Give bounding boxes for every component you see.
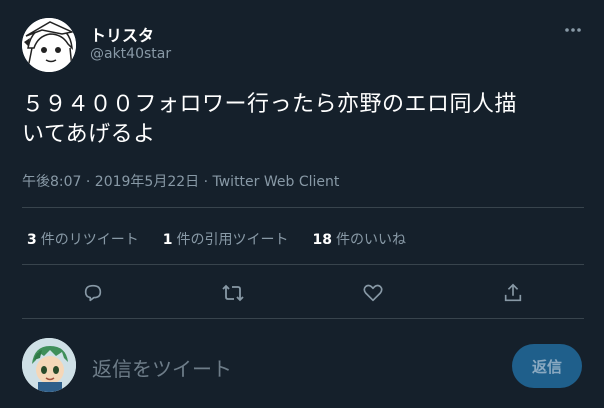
retweet-icon[interactable] bbox=[220, 280, 246, 306]
reply-input[interactable]: 返信をツイート bbox=[92, 353, 232, 382]
likes-label: 件のいいね bbox=[335, 232, 406, 248]
author-avatar[interactable] bbox=[22, 18, 76, 72]
current-user-avatar[interactable] bbox=[22, 338, 76, 392]
share-icon[interactable] bbox=[500, 280, 526, 306]
author-handle[interactable]: @akt40star bbox=[90, 46, 171, 62]
engagement-stats: 3 件のリツイート 1 件の引用ツイート 18 件のいいね bbox=[27, 229, 430, 249]
likes-stat[interactable]: 18 件のいいね bbox=[313, 229, 406, 249]
tweet-text: ５９４００フォロワー行ったら亦野のエロ同人描 いてあげるよ bbox=[22, 90, 590, 150]
quotes-count: 1 bbox=[162, 232, 173, 248]
divider bbox=[22, 264, 584, 265]
tweet-detail: トリスタ @akt40star ５９４００フォロワー行ったら亦野のエロ同人描 い… bbox=[0, 0, 604, 408]
author-display-name[interactable]: トリスタ bbox=[90, 22, 154, 46]
divider bbox=[22, 207, 584, 208]
more-horizontal-icon[interactable] bbox=[562, 22, 584, 38]
quotes-label: 件の引用ツイート bbox=[176, 232, 289, 248]
reply-button[interactable]: 返信 bbox=[512, 344, 582, 388]
reply-icon[interactable] bbox=[80, 280, 106, 306]
action-bar bbox=[0, 280, 604, 306]
quotes-stat[interactable]: 1 件の引用ツイート bbox=[163, 229, 289, 249]
heart-icon[interactable] bbox=[360, 280, 386, 306]
tweet-text-line: ５９４００フォロワー行ったら亦野のエロ同人描 bbox=[22, 92, 518, 117]
divider bbox=[22, 318, 584, 319]
retweets-label: 件のリツイート bbox=[40, 232, 139, 248]
tweet-timestamp[interactable]: 午後8:07 · 2019年5月22日 · Twitter Web Client bbox=[22, 171, 339, 191]
retweets-stat[interactable]: 3 件のリツイート bbox=[27, 229, 139, 249]
likes-count: 18 bbox=[312, 232, 332, 248]
tweet-text-line: いてあげるよ bbox=[22, 122, 156, 147]
retweets-count: 3 bbox=[27, 232, 37, 248]
